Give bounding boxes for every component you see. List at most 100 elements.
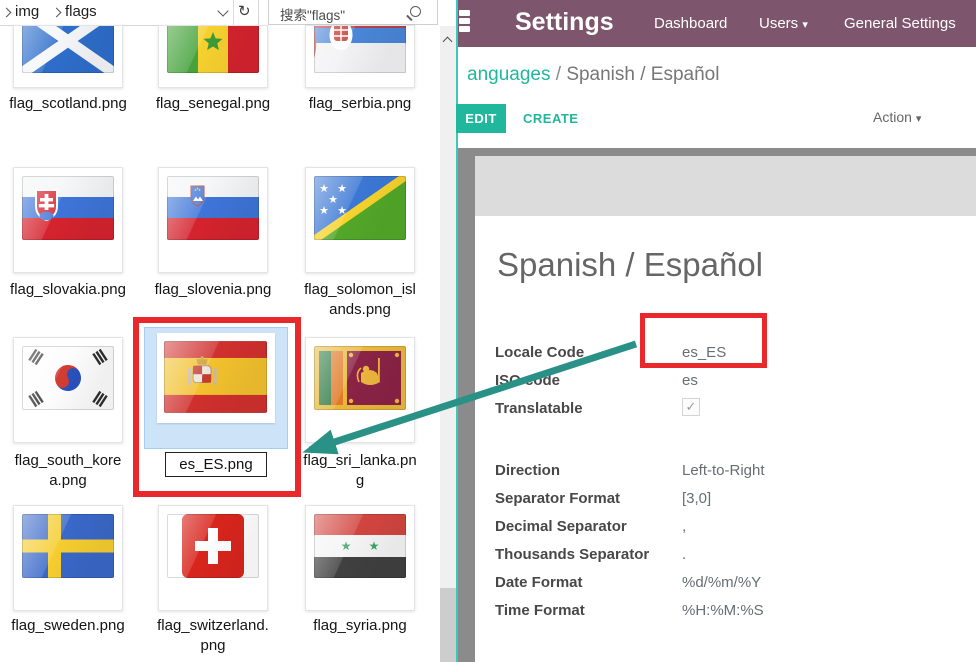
- address-dropdown-icon[interactable]: [217, 5, 228, 16]
- file-name[interactable]: flag_scotland.png: [9, 94, 127, 114]
- file-thumbnail[interactable]: [158, 167, 268, 273]
- svg-text:★: ★: [341, 539, 352, 553]
- top-nav: Dashboard Users ▾ General Settings: [458, 15, 976, 35]
- divider: [233, 0, 234, 25]
- scrollbar-up-icon[interactable]: [443, 37, 453, 47]
- nav-item-users[interactable]: Users ▾: [759, 15, 808, 32]
- field-label: ISO code: [495, 372, 560, 389]
- file-name[interactable]: flag_senegal.png: [154, 94, 272, 114]
- odoo-breadcrumb: anguages / Spanish / Español: [467, 64, 719, 86]
- svg-text:★: ★: [337, 182, 347, 195]
- field-label: Time Format: [495, 602, 585, 619]
- file-thumbnail[interactable]: [13, 505, 123, 611]
- field-label: Separator Format: [495, 490, 620, 507]
- file-name[interactable]: flag_syria.png: [301, 616, 419, 636]
- flag-image-switzerland: [167, 514, 259, 578]
- file-name[interactable]: flag_switzerland.png: [154, 616, 272, 655]
- file-thumbnail[interactable]: [305, 25, 415, 88]
- rename-input[interactable]: es_ES.png: [165, 452, 267, 477]
- field-value: [3,0]: [682, 490, 711, 507]
- field-label: Date Format: [495, 574, 583, 591]
- file-thumbnail[interactable]: ​★★★★★: [305, 167, 415, 273]
- file-name[interactable]: flag_slovenia.png: [154, 280, 272, 300]
- edit-button[interactable]: EDIT: [456, 104, 506, 133]
- svg-text:★: ★: [319, 204, 329, 217]
- breadcrumb-item-img[interactable]: img: [15, 3, 39, 20]
- flag-image-slovenia: [167, 176, 259, 240]
- field-label: Decimal Separator: [495, 518, 627, 535]
- file-thumbnail[interactable]: [158, 505, 268, 611]
- svg-text:★: ★: [319, 182, 329, 195]
- nav-item-general-settings[interactable]: General Settings: [844, 15, 956, 32]
- search-text: 搜索"flags": [280, 4, 345, 24]
- flag-image-spain: [164, 341, 267, 413]
- file-name[interactable]: flag_solomon_islands.png: [301, 280, 419, 319]
- file-thumbnail[interactable]: [158, 25, 268, 88]
- odoo-header: Settings DashboardUsers ▾General Setting…: [458, 0, 976, 47]
- form-row: Time Format %H:%M:%S: [475, 598, 976, 626]
- file-name[interactable]: flag_sweden.png: [9, 616, 127, 636]
- field-label: Translatable: [495, 400, 583, 417]
- search-input[interactable]: 搜索"flags": [268, 0, 438, 25]
- field-value: .: [682, 546, 686, 563]
- breadcrumb-link-languages[interactable]: anguages: [467, 64, 550, 85]
- flag-image-korea: [22, 346, 114, 410]
- form-row: ISO code es: [475, 368, 976, 396]
- field-value: Left-to-Right: [682, 462, 765, 479]
- form-row: Separator Format [3,0]: [475, 486, 976, 514]
- flag-image-senegal: [167, 25, 259, 73]
- form-row: Thousands Separator.: [475, 542, 976, 570]
- file-name[interactable]: flag_slovakia.png: [9, 280, 127, 300]
- search-icon[interactable]: [410, 6, 421, 17]
- breadcrumb-separator: /: [550, 64, 566, 85]
- breadcrumb-chevron-icon: [2, 8, 12, 18]
- selected-file-tile[interactable]: [144, 327, 288, 449]
- content-background: [475, 156, 976, 216]
- content-top-edge: [458, 148, 976, 156]
- svg-text:★: ★: [369, 539, 380, 553]
- field-value: es_ES: [682, 344, 726, 361]
- screenshot-stage: imgflags ↻ 搜索"flags" flag_scotland.pngfl…: [0, 0, 976, 662]
- file-thumbnail[interactable]: [13, 337, 123, 443]
- flag-image-solomon: ​★★★★★: [314, 176, 406, 240]
- field-group-1: Locale Code es_ES ISO code es Translatable ✓: [475, 340, 976, 424]
- translatable-checkbox[interactable]: ✓: [682, 398, 700, 416]
- field-label: Locale Code: [495, 344, 584, 361]
- file-name[interactable]: flag_south_korea.png: [9, 451, 127, 490]
- file-thumbnail[interactable]: [305, 337, 415, 443]
- file-thumbnail[interactable]: [13, 25, 123, 88]
- form-row: Date Format %d/%m/%Y: [475, 570, 976, 598]
- scrollbar-thumb[interactable]: [440, 588, 456, 662]
- explorer-toolbar: img flags ↻ 搜索"flags": [0, 0, 456, 26]
- address-bar[interactable]: img flags ↻: [0, 0, 259, 26]
- field-label: Thousands Separator: [495, 546, 649, 563]
- file-thumbnail: [157, 333, 275, 423]
- svg-text:★: ★: [337, 204, 347, 217]
- breadcrumb-current: Spanish / Español: [566, 64, 719, 85]
- nav-item-dashboard[interactable]: Dashboard: [654, 15, 727, 32]
- refresh-icon[interactable]: ↻: [238, 2, 251, 20]
- field-value: %H:%M:%S: [682, 602, 764, 619]
- flag-image-sweden: [22, 514, 114, 578]
- chevron-down-icon: ▾: [802, 19, 808, 31]
- field-value: es: [682, 372, 698, 389]
- flag-image-serbia: [314, 25, 406, 73]
- create-button[interactable]: CREATE: [523, 111, 578, 126]
- file-name[interactable]: flag_serbia.png: [301, 94, 419, 114]
- breadcrumb-item-flags[interactable]: flags: [65, 3, 97, 20]
- action-dropdown[interactable]: Action ▾: [873, 109, 921, 125]
- chevron-down-icon: ▾: [916, 113, 922, 125]
- flag-image-syria: ★★: [314, 514, 406, 578]
- field-group-2: DirectionLeft-to-Right Separator Format [3…: [475, 458, 976, 626]
- file-thumbnail[interactable]: [13, 167, 123, 273]
- form-row: Locale Code es_ES: [475, 340, 976, 368]
- scrollbar[interactable]: [440, 26, 456, 662]
- record-title: Spanish / Español: [497, 246, 763, 284]
- field-value: %d/%m/%Y: [682, 574, 761, 591]
- file-thumbnail[interactable]: ★★: [305, 505, 415, 611]
- form-sheet: Spanish / Español Locale Code es_ES ISO co…: [475, 216, 976, 662]
- flag-image-slovakia: [22, 176, 114, 240]
- form-row: DirectionLeft-to-Right: [475, 458, 976, 486]
- field-value: ,: [682, 518, 686, 535]
- file-name[interactable]: flag_sri_lanka.png: [301, 451, 419, 490]
